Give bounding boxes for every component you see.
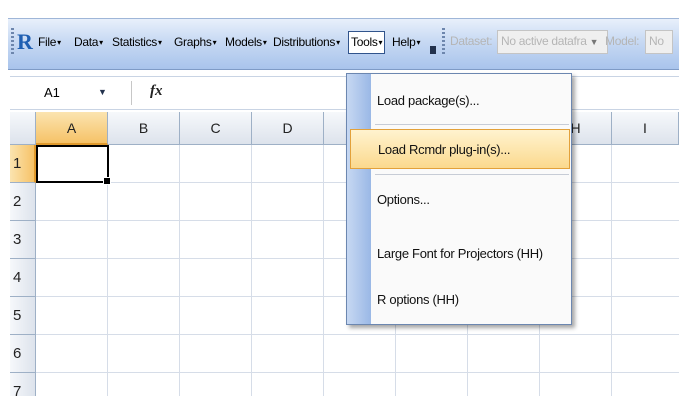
row-header[interactable]: 4 xyxy=(10,259,36,297)
column-header[interactable]: B xyxy=(108,112,180,145)
row-header[interactable]: 1 xyxy=(10,145,36,183)
column-header[interactable]: A xyxy=(36,112,108,145)
formula-bar: A1 ▼ fx xyxy=(10,76,679,110)
dropdown-arrow-icon: ▾ xyxy=(336,38,340,47)
column-header[interactable]: C xyxy=(180,112,252,145)
menu-data[interactable]: Data▾ xyxy=(74,34,103,51)
menu-file[interactable]: File▾ xyxy=(38,34,61,51)
name-box[interactable]: A1 xyxy=(10,77,130,109)
dropdown-arrow-icon: ▾ xyxy=(378,38,383,47)
menu-help[interactable]: Help▾ xyxy=(392,34,420,51)
column-header[interactable]: D xyxy=(252,112,324,145)
fx-icon[interactable]: fx xyxy=(150,83,163,100)
menu-item-large-font[interactable]: Large Font for Projectors (HH) xyxy=(371,234,571,274)
toolbar-overflow-icon[interactable] xyxy=(430,46,436,54)
menu-separator xyxy=(375,174,569,175)
active-cell[interactable] xyxy=(36,145,111,185)
menu-tools[interactable]: Tools▾ xyxy=(348,31,386,54)
menu-distributions[interactable]: Distributions▾ xyxy=(273,34,340,51)
dropdown-arrow-icon: ▾ xyxy=(57,38,61,47)
model-select[interactable]: No xyxy=(645,30,673,54)
menu-separator xyxy=(375,124,569,125)
row-header[interactable]: 5 xyxy=(10,297,36,335)
dropdown-arrow-icon: ▼ xyxy=(589,37,599,47)
menu-models[interactable]: Models▾ xyxy=(225,34,267,51)
dropdown-arrow-icon: ▾ xyxy=(99,38,103,47)
menu-statistics[interactable]: Statistics▾ xyxy=(112,34,162,51)
dataset-label: Dataset: xyxy=(450,34,493,48)
toolbar-grip-icon[interactable] xyxy=(442,28,445,56)
tools-menu-dropdown: Load package(s)... Load Rcmdr plug-in(s)… xyxy=(346,73,572,325)
toolbar: R File▾ Data▾ Statistics▾ Graphs▾ Models… xyxy=(0,0,679,73)
dropdown-arrow-icon: ▾ xyxy=(212,38,217,47)
select-all-corner[interactable] xyxy=(10,112,36,145)
menu-item-r-options[interactable]: R options (HH) xyxy=(371,280,571,320)
dataset-select[interactable]: No active datafra ▼ xyxy=(497,30,608,54)
menu-icon-strip xyxy=(347,74,371,324)
row-header[interactable]: 3 xyxy=(10,221,36,259)
menu-item-options[interactable]: Options... xyxy=(371,180,571,220)
model-label: Model: xyxy=(605,34,640,48)
row-header[interactable]: 6 xyxy=(10,335,36,373)
menu-item-load-rcmdr-plugins[interactable]: Load Rcmdr plug-in(s)... xyxy=(350,129,570,169)
dropdown-arrow-icon[interactable]: ▼ xyxy=(98,87,107,97)
row-header[interactable]: 2 xyxy=(10,183,36,221)
fill-handle[interactable] xyxy=(103,177,111,185)
toolbar-grip-icon[interactable] xyxy=(11,28,14,56)
dropdown-arrow-icon: ▾ xyxy=(416,38,421,47)
row-header[interactable]: 7 xyxy=(10,373,36,396)
dropdown-arrow-icon: ▾ xyxy=(158,38,162,47)
spreadsheet-grid: A B C D E F G H I 1 2 3 4 5 6 7 xyxy=(10,112,679,396)
column-header[interactable]: I xyxy=(612,112,679,145)
dropdown-arrow-icon: ▾ xyxy=(262,38,267,47)
menu-graphs[interactable]: Graphs▾ xyxy=(174,34,217,51)
menu-item-load-packages[interactable]: Load package(s)... xyxy=(371,81,571,121)
divider xyxy=(131,81,132,105)
r-logo-icon: R xyxy=(17,29,33,54)
